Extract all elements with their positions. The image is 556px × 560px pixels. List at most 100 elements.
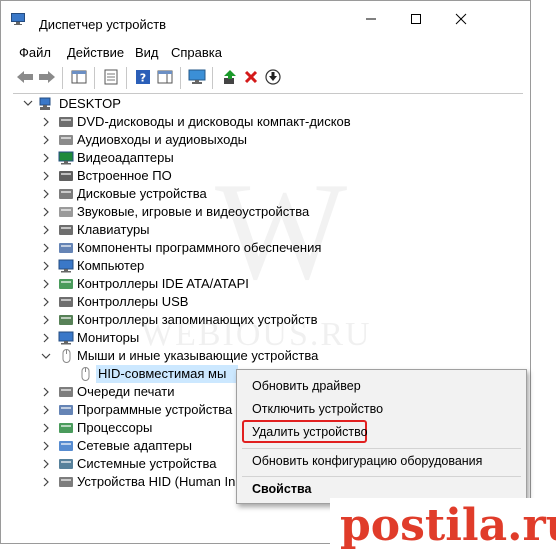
scan-hardware-button[interactable] [187,67,207,87]
menu-separator [242,448,521,449]
toolbar-separator [212,67,213,89]
disable-device-button[interactable] [263,67,283,87]
action-pane-button[interactable] [155,67,175,87]
action-pane-icon [157,70,173,84]
forward-button[interactable] [37,67,57,87]
dvd-drive-icon [58,115,74,129]
tree-item-label: Программные устройства [77,402,233,417]
chevron-right-icon[interactable] [41,257,51,275]
chevron-right-icon[interactable] [41,455,51,473]
tree-item-label: Компьютер [77,258,145,273]
menu-action[interactable]: Действие [67,45,124,60]
monitor-icon [58,331,74,345]
computer-icon [58,259,74,273]
audio-icon [58,133,74,147]
tree-item-label: HID-совместимая мы [96,365,238,383]
help-button[interactable]: ? [133,67,153,87]
show-hide-tree-button[interactable] [69,67,89,87]
chevron-right-icon[interactable] [41,473,51,491]
chevron-right-icon[interactable] [41,167,51,185]
tree-category[interactable]: Аудиовходы и аудиовыходы [13,131,493,149]
menu-file[interactable]: Файл [19,45,51,60]
uninstall-device-button[interactable] [241,67,261,87]
firmware-icon [58,169,74,183]
minimize-icon [365,18,376,20]
tree-item-label: Устройства HID (Human In [77,474,236,489]
chevron-right-icon[interactable] [41,149,51,167]
update-driver-icon [224,70,236,84]
tree-item-label: Очереди печати [77,384,175,399]
brand-text: postila.ru [340,500,556,551]
usb-icon [58,295,74,309]
maximize-button[interactable] [393,1,438,37]
computer-icon [39,97,51,110]
display-adapter-icon [58,151,74,165]
toolbar-separator [180,67,181,89]
chevron-right-icon[interactable] [41,131,51,149]
title-bar: Диспетчер устройств [1,1,530,37]
speaker-icon [58,205,74,219]
minimize-button[interactable] [348,1,393,37]
chevron-right-icon[interactable] [41,275,51,293]
tree-category[interactable]: DVD-дисководы и дисководы компакт-дисков [13,113,493,131]
properties-button[interactable] [101,67,121,87]
tree-item-label: Контроллеры USB [77,294,189,309]
back-button[interactable] [15,67,35,87]
close-icon [455,13,466,25]
close-button[interactable] [438,1,483,37]
ide-controller-icon [58,277,74,291]
chevron-right-icon[interactable] [41,437,51,455]
chevron-right-icon[interactable] [41,311,51,329]
system-devices-icon [58,457,74,471]
chevron-right-icon[interactable] [41,203,51,221]
tree-item-label: Дисковые устройства [77,186,207,201]
chevron-down-icon[interactable] [23,96,33,111]
ctx-update-driver[interactable]: Обновить драйвер [252,379,361,393]
tree-item-label: Системные устройства [77,456,217,471]
tree-root[interactable]: DESKTOP [13,95,313,113]
arrow-left-icon [17,71,33,83]
console-tree-icon [71,70,87,84]
network-adapter-icon [58,439,74,453]
watermark-text: WEBIOUS.RU [141,316,372,353]
maximize-icon [410,14,421,24]
printer-icon [58,385,74,399]
chevron-right-icon[interactable] [41,113,51,131]
menu-view[interactable]: Вид [135,45,159,60]
disk-drive-icon [58,187,74,201]
device-manager-icon [11,13,25,25]
arrow-right-icon [39,71,55,83]
chevron-right-icon[interactable] [41,401,51,419]
mouse-icon [58,349,74,363]
toolbar: ? [1,63,530,91]
context-menu: Обновить драйвер Отключить устройство Уд… [236,369,527,504]
update-driver-button[interactable] [220,67,240,87]
chevron-right-icon[interactable] [41,419,51,437]
tree-item-label: DVD-дисководы и дисководы компакт-дисков [77,114,351,129]
ctx-disable-device[interactable]: Отключить устройство [252,402,383,416]
tree-item-label: Мониторы [77,330,140,345]
keyboard-icon [58,223,74,237]
tree-item-label: Процессоры [77,420,153,435]
toolbar-separator [126,67,127,89]
processor-icon [58,421,74,435]
tree-item-label: Встроенное ПО [77,168,172,183]
mouse-icon [77,367,93,381]
tree-item-label: Аудиовходы и аудиовыходы [77,132,247,147]
chevron-right-icon[interactable] [41,185,51,203]
ctx-scan-hardware[interactable]: Обновить конфигурацию оборудования [252,454,482,468]
tree-item-label: Видеоадаптеры [77,150,174,165]
menu-bar: Файл Действие Вид Справка [1,41,530,63]
ctx-uninstall-device[interactable]: Удалить устройство [252,425,368,439]
menu-help[interactable]: Справка [171,45,222,60]
tree-item-label: Сетевые адаптеры [77,438,193,453]
chevron-right-icon[interactable] [41,221,51,239]
chevron-right-icon[interactable] [41,329,51,347]
tree-root-label: DESKTOP [59,96,121,111]
monitor-scan-icon [188,69,206,84]
ctx-properties[interactable]: Свойства [252,482,311,496]
chevron-right-icon[interactable] [41,293,51,311]
chevron-down-icon[interactable] [41,347,51,365]
chevron-right-icon[interactable] [41,239,51,257]
chevron-right-icon[interactable] [41,383,51,401]
